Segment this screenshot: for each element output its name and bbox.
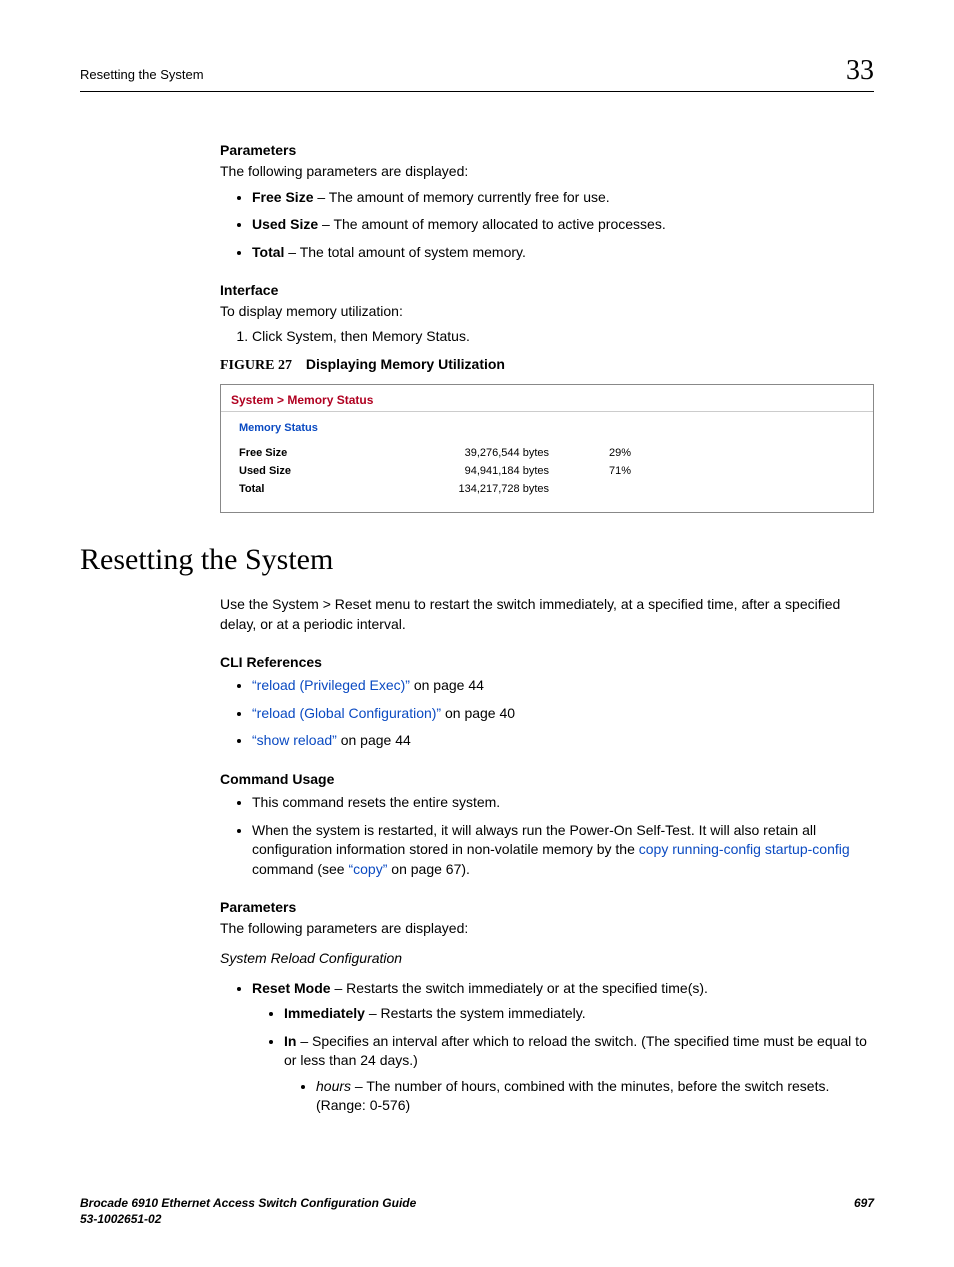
param-term: Immediately xyxy=(284,1005,365,1021)
cli-link[interactable]: “reload (Privileged Exec)” xyxy=(252,677,410,693)
step-item: Click System, then Memory Status. xyxy=(252,328,874,344)
param-desc: – The amount of memory allocated to acti… xyxy=(318,216,666,232)
usage-text: on page 67). xyxy=(387,861,470,877)
cli-suffix: on page 44 xyxy=(337,732,411,748)
stat-label: Free Size xyxy=(239,444,399,462)
list-item: “show reload” on page 44 xyxy=(252,731,874,751)
table-row: Total 134,217,728 bytes xyxy=(239,480,669,498)
stat-label: Total xyxy=(239,480,399,498)
stat-label: Used Size xyxy=(239,462,399,480)
figure-title: Displaying Memory Utilization xyxy=(306,356,505,372)
interface-steps: Click System, then Memory Status. xyxy=(220,328,874,344)
cli-list: “reload (Privileged Exec)” on page 44 “r… xyxy=(220,676,874,751)
stat-value: 94,941,184 bytes xyxy=(399,462,609,480)
table-row: Used Size 94,941,184 bytes 71% xyxy=(239,462,669,480)
list-item: Immediately – Restarts the system immedi… xyxy=(284,1004,874,1024)
param-desc: – The number of hours, combined with the… xyxy=(316,1078,829,1114)
footer-title: Brocade 6910 Ethernet Access Switch Conf… xyxy=(80,1196,416,1212)
param-desc: – The total amount of system memory. xyxy=(284,244,525,260)
cli-suffix: on page 40 xyxy=(441,705,515,721)
list-item: Used Size – The amount of memory allocat… xyxy=(252,215,874,235)
list-item: This command resets the entire system. xyxy=(252,793,874,813)
list-item: “reload (Privileged Exec)” on page 44 xyxy=(252,676,874,696)
param-term: hours xyxy=(316,1078,351,1094)
parameters2-heading: Parameters xyxy=(220,899,874,915)
main-intro: Use the System > Reset menu to restart t… xyxy=(220,595,874,634)
parameters-list: Free Size – The amount of memory current… xyxy=(220,188,874,263)
list-item: “reload (Global Configuration)” on page … xyxy=(252,704,874,724)
param-term: Free Size xyxy=(252,189,313,205)
page-header: Resetting the System 33 xyxy=(80,55,874,92)
panel-title: Memory Status xyxy=(239,422,855,434)
list-item: Reset Mode – Restarts the switch immedia… xyxy=(252,979,874,1117)
param-term: Reset Mode xyxy=(252,980,331,996)
parameters-heading: Parameters xyxy=(220,142,874,158)
interface-intro: To display memory utilization: xyxy=(220,302,874,322)
footer-page-number: 697 xyxy=(854,1196,874,1227)
cli-link[interactable]: “reload (Global Configuration)” xyxy=(252,705,441,721)
breadcrumb: System > Memory Status xyxy=(221,385,873,412)
stat-percent: 71% xyxy=(609,462,669,480)
list-item: When the system is restarted, it will al… xyxy=(252,821,874,880)
param-desc: – The amount of memory currently free fo… xyxy=(313,189,609,205)
cli-link[interactable]: “show reload” xyxy=(252,732,337,748)
cli-suffix: on page 44 xyxy=(410,677,484,693)
figure-label: FIGURE 27 xyxy=(220,358,292,373)
reset-mode-sublist: Immediately – Restarts the system immedi… xyxy=(252,1004,874,1116)
stat-percent xyxy=(609,480,669,498)
parameters2-subheading: System Reload Configuration xyxy=(220,949,874,969)
param-term: In xyxy=(284,1033,296,1049)
list-item: Total – The total amount of system memor… xyxy=(252,243,874,263)
page-footer: Brocade 6910 Ethernet Access Switch Conf… xyxy=(80,1196,874,1227)
param-desc: – Specifies an interval after which to r… xyxy=(284,1033,867,1069)
interface-heading: Interface xyxy=(220,282,874,298)
memory-table: Free Size 39,276,544 bytes 29% Used Size… xyxy=(239,444,669,498)
parameters2-intro: The following parameters are displayed: xyxy=(220,919,874,939)
usage-list: This command resets the entire system. W… xyxy=(220,793,874,879)
in-sublist: hours – The number of hours, combined wi… xyxy=(284,1077,874,1116)
list-item: hours – The number of hours, combined wi… xyxy=(316,1077,874,1116)
param-term: Used Size xyxy=(252,216,318,232)
table-row: Free Size 39,276,544 bytes 29% xyxy=(239,444,669,462)
figure-caption: FIGURE 27 Displaying Memory Utilization xyxy=(220,356,874,374)
usage-text: command (see xyxy=(252,861,348,877)
reset-mode-list: Reset Mode – Restarts the switch immedia… xyxy=(220,979,874,1117)
main-heading: Resetting the System xyxy=(80,543,874,577)
stat-value: 134,217,728 bytes xyxy=(399,480,609,498)
memory-status-panel: Memory Status Free Size 39,276,544 bytes… xyxy=(221,412,873,512)
chapter-number: 33 xyxy=(846,55,874,87)
copy-link[interactable]: “copy” xyxy=(348,861,387,877)
stat-value: 39,276,544 bytes xyxy=(399,444,609,462)
copy-running-config-link[interactable]: copy running-config startup-config xyxy=(639,841,850,857)
list-item: In – Specifies an interval after which t… xyxy=(284,1032,874,1116)
parameters-intro: The following parameters are displayed: xyxy=(220,162,874,182)
list-item: Free Size – The amount of memory current… xyxy=(252,188,874,208)
param-desc: – Restarts the switch immediately or at … xyxy=(331,980,708,996)
usage-heading: Command Usage xyxy=(220,771,874,787)
footer-docnum: 53-1002651-02 xyxy=(80,1212,416,1228)
param-term: Total xyxy=(252,244,284,260)
stat-percent: 29% xyxy=(609,444,669,462)
param-desc: – Restarts the system immediately. xyxy=(365,1005,586,1021)
cli-heading: CLI References xyxy=(220,654,874,670)
header-section-title: Resetting the System xyxy=(80,67,204,82)
figure-screenshot: System > Memory Status Memory Status Fre… xyxy=(220,384,874,513)
